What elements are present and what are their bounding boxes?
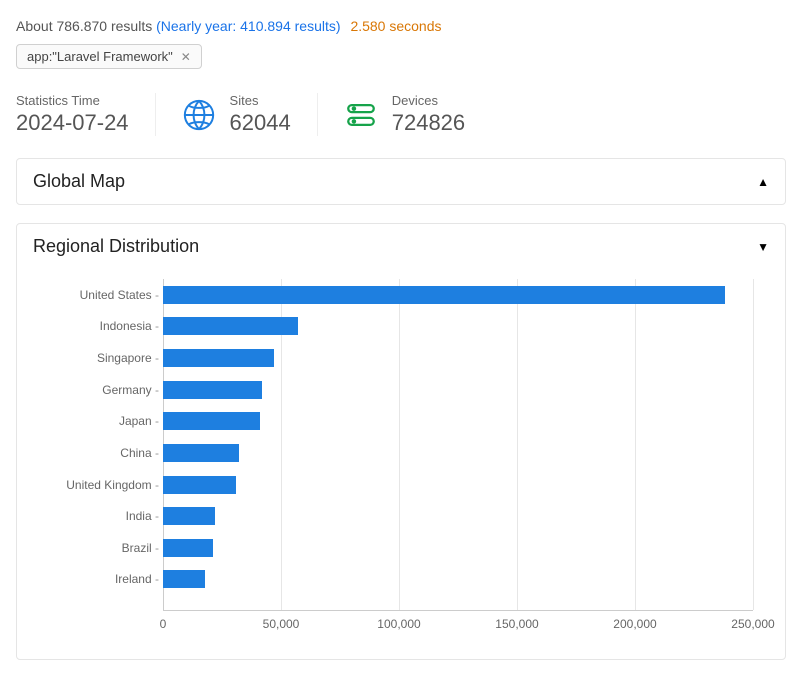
stat-time: Statistics Time 2024-07-24 — [16, 93, 156, 136]
chart-bar-fill — [163, 570, 205, 588]
chart-bar — [163, 507, 753, 525]
panel-global-map-header[interactable]: Global Map ▲ — [17, 159, 785, 204]
chart-bar-fill — [163, 412, 260, 430]
filter-chip[interactable]: app:"Laravel Framework" ✕ — [16, 44, 202, 69]
results-total: 786.870 — [56, 18, 107, 34]
chart-xtick: 250,000 — [731, 617, 774, 631]
chart-ytick: Brazil - — [122, 541, 159, 555]
chart-bar-fill — [163, 539, 213, 557]
stat-devices-label: Devices — [392, 93, 465, 108]
caret-down-icon: ▼ — [757, 240, 769, 254]
results-about: About — [16, 18, 53, 34]
results-word: results — [111, 18, 152, 34]
caret-up-icon: ▲ — [757, 175, 769, 189]
chart-ytick: Germany - — [102, 383, 159, 397]
stat-sites: Sites 62044 — [156, 93, 318, 136]
chart-bar-fill — [163, 349, 274, 367]
panel-regional-header[interactable]: Regional Distribution ▼ — [17, 224, 785, 269]
chart-ytick: United Kingdom - — [66, 478, 159, 492]
server-icon — [344, 98, 378, 132]
panel-regional-body: 0 50,000 100,000 150,000 200,000 250,000 Unite… — [17, 269, 785, 659]
chart-bar — [163, 412, 753, 430]
chart-xtick: 0 — [160, 617, 167, 631]
panel-regional-title: Regional Distribution — [33, 236, 199, 257]
stats-row: Statistics Time 2024-07-24 Sites 62044 D… — [16, 89, 786, 140]
results-nearly[interactable]: (Nearly year: 410.894 results) — [156, 18, 344, 34]
chart-ytick: Ireland - — [115, 572, 159, 586]
chart-bar-fill — [163, 507, 215, 525]
chart-bar — [163, 349, 753, 367]
stat-devices: Devices 724826 — [318, 93, 491, 136]
chart-ytick: Japan - — [119, 414, 159, 428]
chart-bar — [163, 444, 753, 462]
stat-sites-value: 62044 — [230, 110, 291, 136]
globe-icon — [182, 98, 216, 132]
results-summary: About 786.870 results (Nearly year: 410.… — [16, 18, 786, 34]
chart-bar-fill — [163, 444, 239, 462]
chart-xtick: 50,000 — [263, 617, 300, 631]
chart-xtick: 200,000 — [613, 617, 656, 631]
chart-bar-fill — [163, 381, 262, 399]
chart-xtick: 150,000 — [495, 617, 538, 631]
chart-bar-fill — [163, 476, 236, 494]
chart-ytick: Singapore - — [97, 351, 159, 365]
chart-ytick: China - — [120, 446, 159, 460]
chart-bar-fill — [163, 317, 298, 335]
chart-bar — [163, 570, 753, 588]
panel-global-map-title: Global Map — [33, 171, 125, 192]
chart-ytick: United States - — [80, 288, 159, 302]
chart-ytick: Indonesia - — [100, 319, 159, 333]
chart-bar — [163, 539, 753, 557]
stat-time-label: Statistics Time — [16, 93, 129, 108]
chart-gridline — [753, 279, 754, 610]
stat-sites-label: Sites — [230, 93, 291, 108]
chart-plot-area — [163, 279, 753, 611]
results-elapsed: 2.580 seconds — [350, 18, 441, 34]
stat-time-value: 2024-07-24 — [16, 110, 129, 136]
chart-bar — [163, 286, 753, 304]
chart-bar — [163, 317, 753, 335]
close-icon[interactable]: ✕ — [181, 50, 191, 64]
filter-chip-label: app:"Laravel Framework" — [27, 49, 173, 64]
chart-xtick: 100,000 — [377, 617, 420, 631]
chart-bar — [163, 476, 753, 494]
panel-regional: Regional Distribution ▼ 0 50,000 100,000 15… — [16, 223, 786, 660]
stat-devices-value: 724826 — [392, 110, 465, 136]
panel-global-map: Global Map ▲ — [16, 158, 786, 205]
chart-ytick: India - — [126, 509, 159, 523]
regional-bar-chart: 050,000100,000150,000200,000250,000Unite… — [33, 279, 769, 639]
chart-bar — [163, 381, 753, 399]
chart-bar-fill — [163, 286, 725, 304]
